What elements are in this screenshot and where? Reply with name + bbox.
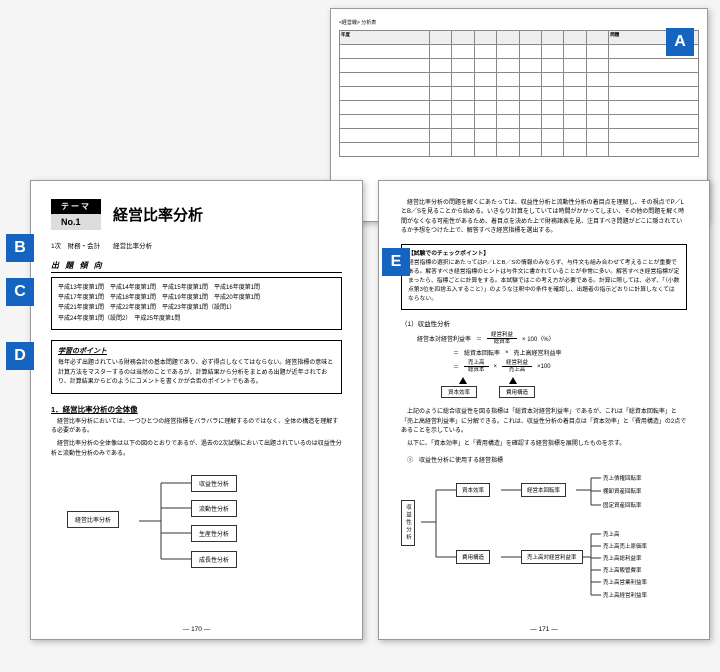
exam-line: 平成21年度第1問 平成22年度第1問 平成23年度第1問（設問1）: [58, 303, 335, 313]
profitability-tree: 収益性分析 資本効率 経営本回転率 売上債権回転率 棚卸資産回転率 固定資産回転…: [401, 472, 687, 602]
theme-header: テーマ No.1 経営比率分析: [51, 199, 342, 230]
table-row: [340, 87, 699, 101]
exam-trend-box: 平成13年度第1問 平成14年度第1問 平成15年度第1問 平成16年度第1問 …: [51, 277, 342, 330]
exam-line: 平成24年度第1問（設問2） 平成25年度第1問: [58, 314, 335, 324]
table-row: [340, 115, 699, 129]
tree2-leaf: 売上債権回転率: [603, 474, 642, 482]
tree-child: 収益性分析: [191, 475, 237, 492]
page-number: ― 171 ―: [379, 626, 709, 633]
tree-child: 生産性分析: [191, 525, 237, 542]
table-row: [340, 143, 699, 157]
table-row: [340, 59, 699, 73]
table-row: [340, 101, 699, 115]
exam-line: 平成13年度第1問 平成14年度第1問 平成15年度第1問 平成16年度第1問: [58, 283, 335, 293]
arrow-up-icon: [459, 377, 467, 384]
study-point-box: 学習のポイント 毎年必ず出題されている財務会計の基本問題であり、必ず得点しなくて…: [51, 340, 342, 394]
marker-d: D: [6, 342, 34, 370]
tree2-leaf: 売上高総利益率: [603, 554, 642, 562]
checkpoint-head: 【試験でのチェックポイント】: [408, 251, 489, 257]
marker-a: A: [666, 28, 694, 56]
study-point-head: 学習のポイント: [58, 346, 335, 357]
label-row: 資本効率 費用構造: [441, 386, 687, 398]
subsection-head: （1）収益性分析: [401, 318, 687, 328]
theme-title: 経営比率分析: [101, 199, 203, 230]
marker-b: B: [6, 234, 34, 262]
section-1-para: 経営比率分析の全体像は以下の図のとおりであるが、過去の2次試験において出題されて…: [51, 440, 342, 459]
tree-root: 経営比率分析: [67, 511, 119, 528]
label-box: 資本効率: [441, 386, 477, 398]
checkpoint-body: 経営指標の選択にあたってはP／LとB／Sの情報のみならず、与件文も組み合わせて考…: [408, 260, 679, 302]
table-row: [340, 73, 699, 87]
tree-child: 成長性分析: [191, 551, 237, 568]
formula-lhs: 経営本対経営利益率: [417, 334, 471, 343]
arrow-row: [459, 377, 687, 384]
tree2-leaf: 棚卸資産回転率: [603, 487, 642, 495]
tree2-head: ① 収益性分析に使用する経営指標: [407, 455, 687, 464]
section-1-title: 1．経営比率分析の全体像: [51, 404, 342, 415]
arrow-up-icon: [509, 377, 517, 384]
formula-term: 売上高経営利益率: [514, 348, 562, 357]
tree-child: 流動性分析: [191, 500, 237, 517]
exam-trend-head: 出 題 傾 向: [51, 260, 342, 273]
tree2-leaf: 売上高: [603, 530, 620, 538]
theme-tag: テーマ: [51, 199, 101, 214]
table-header-row: 年度問題: [340, 31, 699, 45]
tree2-leaf: 売上高経営利益率: [603, 591, 647, 599]
tree2-root: 収益性分析: [401, 500, 415, 546]
page-left: テーマ No.1 経営比率分析 1次 財務・会計 経営比率分析 出 題 傾 向 …: [30, 180, 363, 640]
intro-para: 経営比率分析の問題を解くにあたっては、収益性分析と流動性分析の着目点を理解し、そ…: [401, 199, 687, 236]
formula-1: 経営本対経営利益率 ＝ 経営利益総資本 × 100（%）: [417, 332, 687, 345]
para: 上記のように総合収益性を図る指標は「総資本対経営利益率」であるが、これは「総資本…: [401, 408, 687, 436]
study-point-body: 毎年必ず出題されている財務会計の基本問題であり、必ず得点しなくてはならない。経営…: [58, 360, 333, 385]
checkpoint-box: 【試験でのチェックポイント】 経営指標の選択にあたってはP／LとB／Sの情報のみ…: [401, 244, 687, 310]
formula-term: 総資本回転率: [464, 348, 500, 357]
section-1-para: 経営比率分析においては、一つひとつの経営指標をバラバラに理解するのではなく、全体…: [51, 418, 342, 437]
page-right: 経営比率分析の問題を解くにあたっては、収益性分析と流動性分析の着目点を理解し、そ…: [378, 180, 710, 640]
exam-line: 平成17年度第1問 平成18年度第1問 平成19年度第1問 平成20年度第1問: [58, 293, 335, 303]
marker-c: C: [6, 278, 34, 306]
formula-2: ＝ 総資本回転率 × 売上高経営利益率: [453, 348, 687, 357]
table-row: [340, 129, 699, 143]
theme-number: No.1: [51, 214, 101, 230]
label-box: 費用構造: [499, 386, 535, 398]
tree2-leaf: 固定資産回転率: [603, 501, 642, 509]
table-row: [340, 45, 699, 59]
equals-sign: ＝: [476, 334, 482, 343]
page-number: ― 170 ―: [31, 626, 362, 633]
tree2-leaf: 売上高販管費率: [603, 566, 642, 574]
analysis-tree: 経営比率分析 収益性分析 流動性分析 生産性分析 成長性分析: [61, 471, 342, 571]
para: 以下に、「資本効率」と「費用構造」を確認する経営指標を展開したものを示す。: [401, 440, 687, 449]
fraction: 経営利益売上高: [502, 360, 532, 373]
fraction: 売上高総資本: [464, 360, 489, 373]
analysis-table: 年度問題: [339, 30, 699, 157]
breadcrumb: 1次 財務・会計 経営比率分析: [51, 240, 342, 250]
tree2-branch: 売上高対経営利益率: [521, 550, 583, 564]
tree2-leaf: 売上高営業利益率: [603, 578, 647, 586]
table-title: <経営戦> 分析表: [339, 19, 699, 26]
tree2-branch: 費用構造: [456, 550, 490, 564]
fraction: 経営利益総資本: [487, 332, 517, 345]
tree2-branch: 資本効率: [456, 483, 490, 497]
formula-tail: × 100（%）: [522, 334, 555, 343]
marker-e: E: [382, 248, 410, 276]
tree2-leaf: 売上高売上原価率: [603, 542, 647, 550]
tree2-branch: 経営本回転率: [521, 483, 566, 497]
formula-3: ＝ 売上高総資本 × 経営利益売上高 ×100: [453, 360, 687, 373]
